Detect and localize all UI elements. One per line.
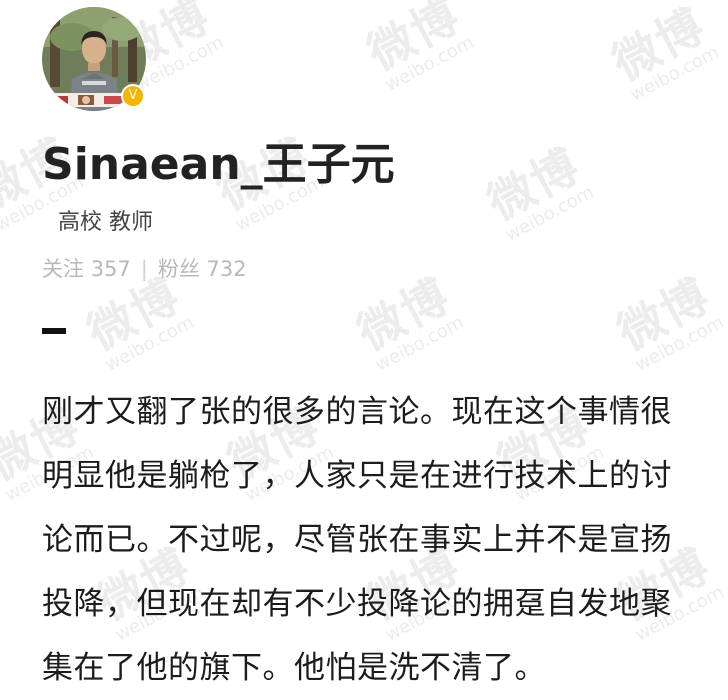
verified-v-icon: V [123,86,143,106]
profile-name[interactable]: Sinaean_王子元 [42,128,395,192]
watermark: 微博 weibo.com [603,0,723,106]
post-text: 刚才又翻了张的很多的言论。现在这个事情很明显他是躺枪了，人家只是在进行技术上的讨… [42,394,672,686]
watermark: 微博 weibo.com [78,267,198,376]
watermark: 微博 weibo.com [348,267,468,376]
verified-title: 高校 教师 [58,210,153,235]
followers-count: 732 [206,257,247,281]
watermark: 微博 weibo.com [358,0,478,96]
watermark: 微博 weibo.com [608,267,728,376]
section-divider [42,328,66,334]
following-label: 关注 [42,257,84,281]
profile-stats: 关注 357 | 粉丝 732 [42,253,247,283]
followers-label: 粉丝 [157,257,200,281]
stats-separator: | [140,257,148,281]
followers-link[interactable]: 粉丝 732 [158,257,247,281]
verified-badge: V [121,84,145,108]
watermark: 微博 weibo.com [478,137,598,246]
following-count: 357 [90,257,131,281]
following-link[interactable]: 关注 357 [42,257,131,281]
